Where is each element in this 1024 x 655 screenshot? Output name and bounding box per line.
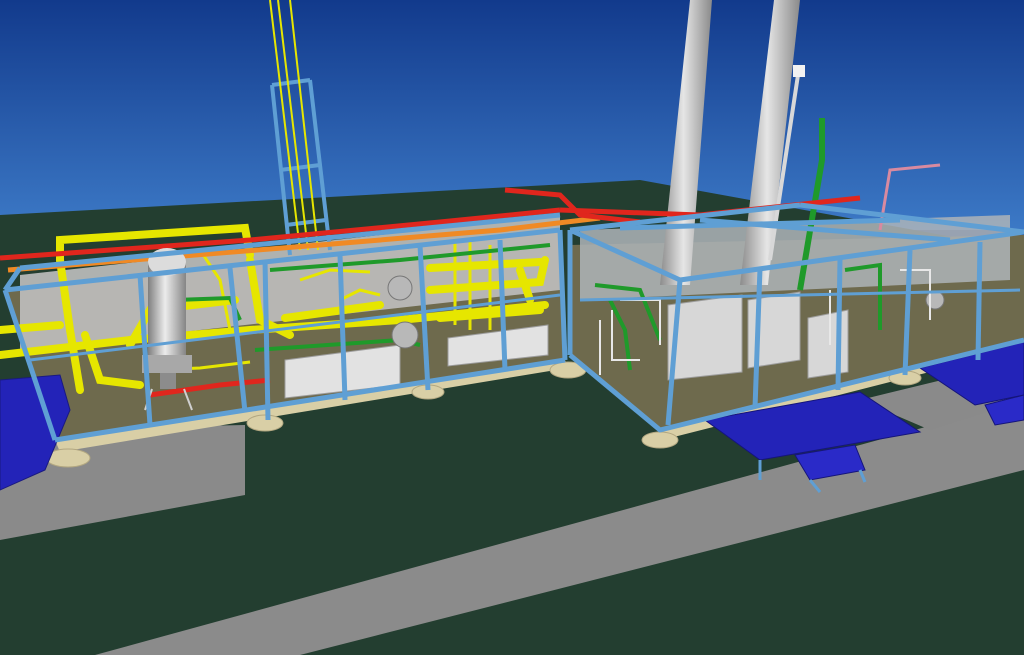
sphere-filter (925, 290, 945, 310)
foundation-pad (246, 414, 284, 432)
foundation-pad (641, 431, 679, 449)
plant-scene (0, 0, 1024, 655)
sphere-filter (387, 275, 413, 301)
sphere-filter (391, 321, 419, 349)
cabinet (807, 309, 849, 379)
3d-viewport[interactable] (0, 0, 1024, 655)
